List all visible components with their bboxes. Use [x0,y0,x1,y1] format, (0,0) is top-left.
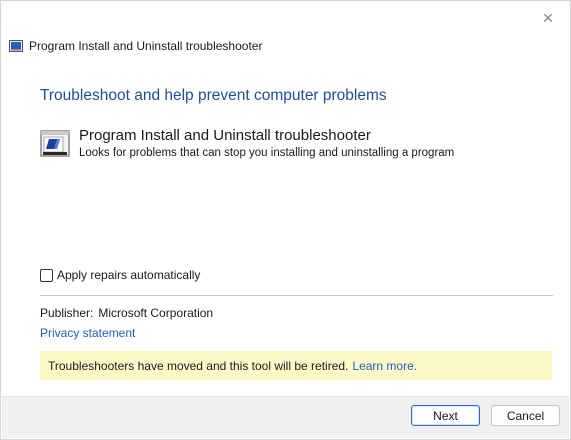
title-bar: Program Install and Uninstall troublesho… [9,36,262,56]
apply-repairs-checkbox[interactable] [40,268,53,282]
close-button[interactable]: ✕ [534,7,562,29]
banner-text: Troubleshooters have moved and this tool… [48,358,349,373]
publisher-value: Microsoft Corporation [98,306,214,320]
learn-more-link[interactable]: Learn more. [352,359,417,373]
page-heading: Troubleshoot and help prevent computer p… [40,87,387,104]
cancel-button[interactable]: Cancel [491,405,560,426]
divider [40,295,553,296]
apply-repairs-checkbox-row[interactable]: Apply repairs automatically [40,268,200,282]
troubleshooter-icon [9,39,23,53]
footer-bar: Next Cancel [2,396,569,438]
retirement-banner: Troubleshooters have moved and this tool… [40,351,552,380]
close-icon: ✕ [542,9,554,26]
next-button[interactable]: Next [411,405,480,426]
install-program-icon [40,129,72,159]
troubleshooter-item: Program Install and Uninstall troublesho… [40,127,454,159]
publisher-label: Publisher: [40,306,94,320]
item-description: Looks for problems that can stop you ins… [79,147,455,159]
privacy-statement-link[interactable]: Privacy statement [40,326,135,340]
publisher-info: Publisher: Microsoft Corporation [40,306,213,320]
troubleshooter-window: ✕ Program Install and Uninstall troubles… [0,0,571,440]
window-title: Program Install and Uninstall troublesho… [29,39,263,53]
item-text: Program Install and Uninstall troublesho… [79,127,454,159]
item-title: Program Install and Uninstall troublesho… [79,127,371,144]
apply-repairs-label[interactable]: Apply repairs automatically [57,268,200,282]
